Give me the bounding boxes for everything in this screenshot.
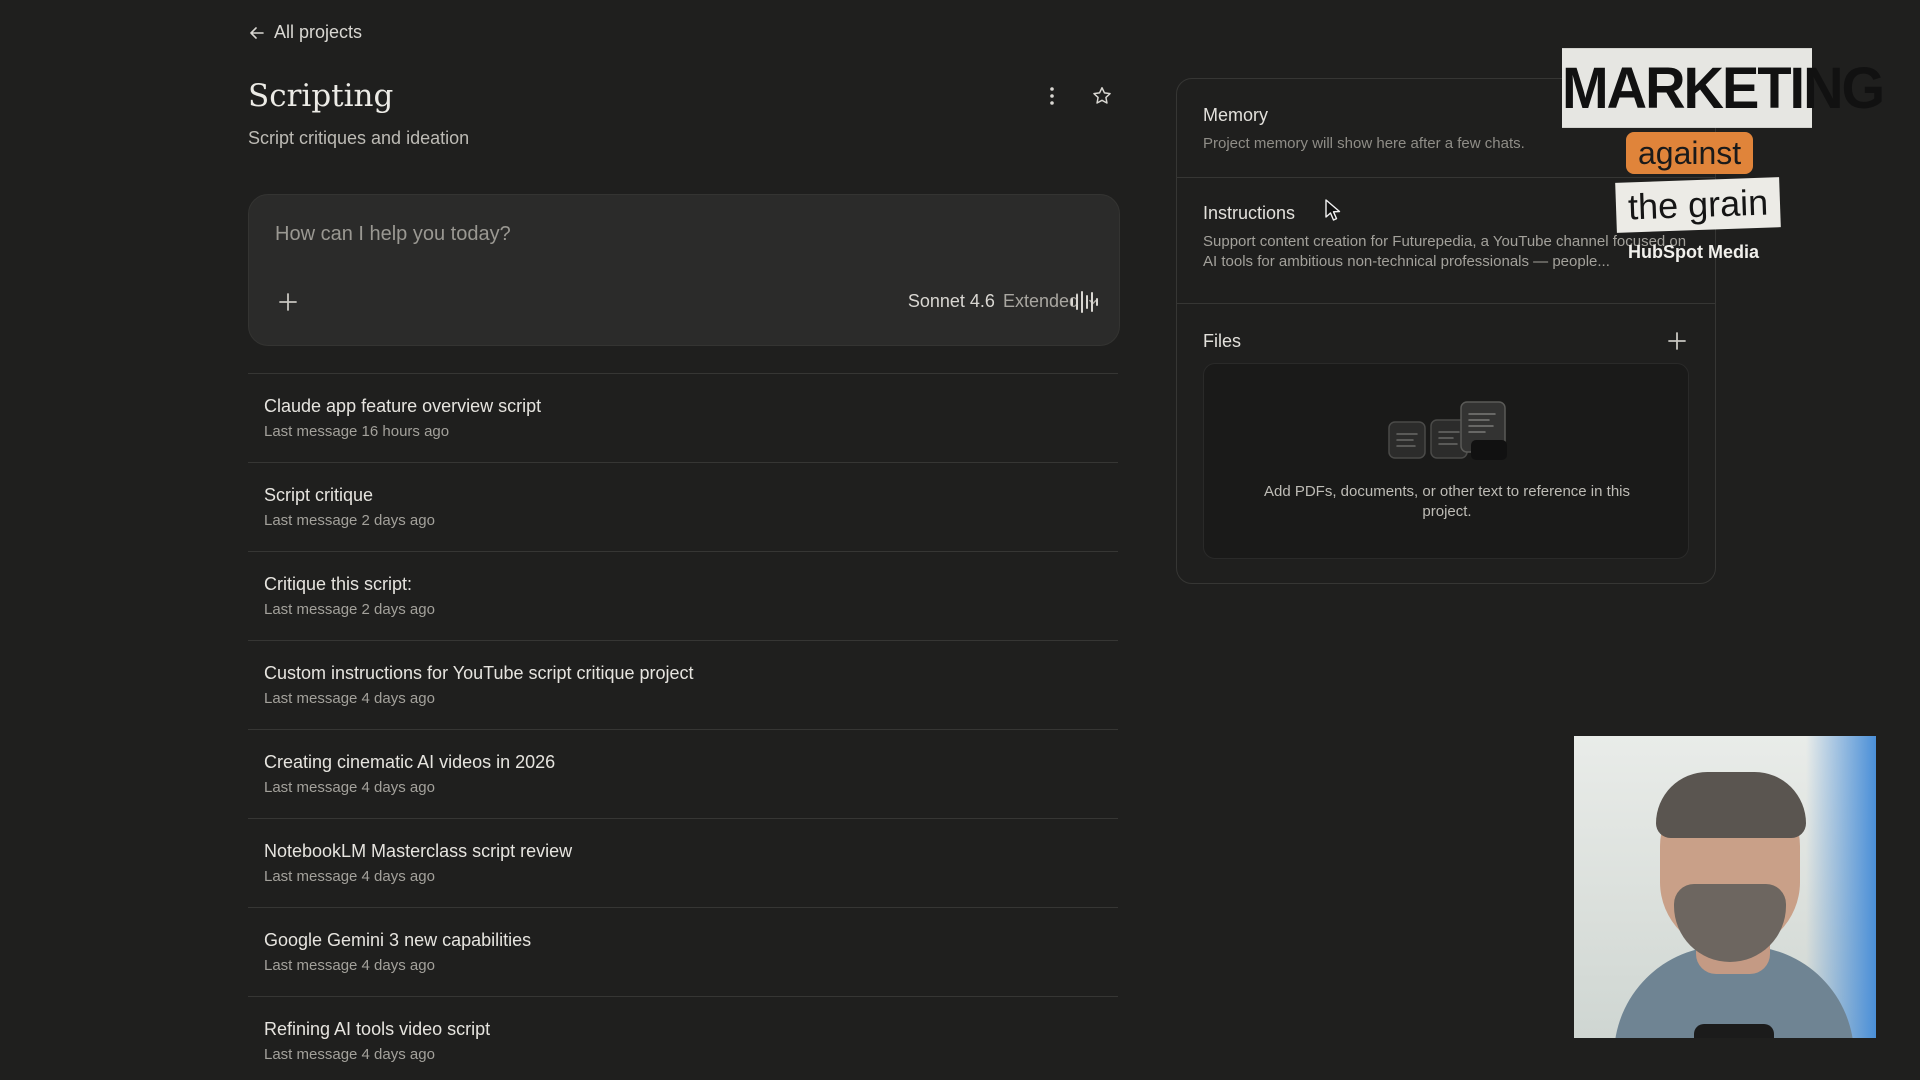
chat-list: Claude app feature overview script Last … — [248, 373, 1118, 1080]
webcam-person-hair — [1656, 772, 1806, 838]
chat-list-item[interactable]: Google Gemini 3 new capabilities Last me… — [248, 907, 1118, 996]
webcam-microphone — [1694, 1024, 1774, 1038]
chat-title: Google Gemini 3 new capabilities — [264, 930, 532, 950]
chat-last-message: Last message 4 days ago — [264, 1046, 435, 1063]
chat-list-item[interactable]: Script critique Last message 2 days ago — [248, 462, 1118, 551]
star-icon — [1093, 87, 1111, 104]
plus-icon — [1668, 332, 1686, 350]
chat-composer: Sonnet 4.6 Extended — [248, 194, 1120, 346]
attach-button[interactable] — [275, 289, 301, 315]
chat-last-message: Last message 4 days ago — [264, 868, 435, 885]
files-label: Files — [1203, 330, 1242, 351]
chat-last-message: Last message 4 days ago — [264, 690, 435, 707]
chat-last-message: Last message 2 days ago — [264, 512, 435, 529]
webcam-overlay — [1574, 736, 1876, 1038]
project-actions — [1038, 82, 1116, 110]
message-input[interactable] — [275, 219, 1075, 249]
chat-list-item[interactable]: Creating cinematic AI videos in 2026 Las… — [248, 729, 1118, 818]
chat-title: Custom instructions for YouTube script c… — [264, 663, 694, 683]
chat-title: Claude app feature overview script — [264, 396, 542, 416]
chat-list-item[interactable]: Claude app feature overview script Last … — [248, 373, 1118, 462]
documents-illustration-icon — [1388, 401, 1507, 460]
files-dropzone[interactable]: Add PDFs, documents, or other text to re… — [1203, 363, 1689, 559]
mouse-pointer-icon — [1325, 199, 1341, 221]
chat-list-item[interactable]: Custom instructions for YouTube script c… — [248, 640, 1118, 729]
brand-publisher: HubSpot Media — [1628, 242, 1759, 262]
chat-last-message: Last message 4 days ago — [264, 779, 435, 796]
star-project-button[interactable] — [1088, 82, 1116, 110]
model-name: Sonnet 4.6 — [907, 291, 995, 311]
chat-list-item[interactable]: Critique this script: Last message 2 day… — [248, 551, 1118, 640]
files-empty-text: Add PDFs, documents, or other text to re… — [1263, 483, 1630, 520]
chat-title: Critique this script: — [264, 574, 413, 594]
files-header: Files — [1203, 329, 1689, 353]
project-description: Script critiques and ideation — [248, 128, 470, 148]
chat-last-message: Last message 4 days ago — [264, 957, 435, 974]
chat-title: Creating cinematic AI videos in 2026 — [264, 752, 556, 772]
brand-grain: the grain — [1615, 177, 1781, 233]
brand-against: against — [1626, 132, 1754, 174]
more-vertical-icon — [1050, 87, 1054, 105]
plus-icon — [279, 293, 297, 311]
all-projects-label: All projects — [274, 22, 363, 42]
chat-list-item[interactable]: Refining AI tools video script Last mess… — [248, 996, 1118, 1080]
audio-waveform-icon — [1071, 291, 1098, 313]
more-options-button[interactable] — [1038, 82, 1066, 110]
voice-mode-button[interactable] — [1067, 287, 1101, 317]
chat-last-message: Last message 2 days ago — [264, 601, 435, 618]
all-projects-link[interactable]: All projects — [248, 22, 362, 43]
divider — [1177, 303, 1715, 304]
chat-title: Script critique — [264, 485, 374, 505]
chat-title: Refining AI tools video script — [264, 1019, 491, 1039]
page-title: Scripting — [248, 78, 394, 114]
arrow-left-icon — [250, 26, 264, 39]
marketing-against-the-grain-logo: MARKETING against the grain HubSpot Medi… — [1562, 48, 1885, 264]
chat-list-item[interactable]: NotebookLM Masterclass script review Las… — [248, 818, 1118, 907]
chat-title: NotebookLM Masterclass script review — [264, 841, 573, 861]
chat-last-message: Last message 16 hours ago — [264, 423, 450, 440]
add-file-button[interactable] — [1665, 329, 1689, 353]
brand-title: MARKETING — [1562, 48, 1885, 128]
